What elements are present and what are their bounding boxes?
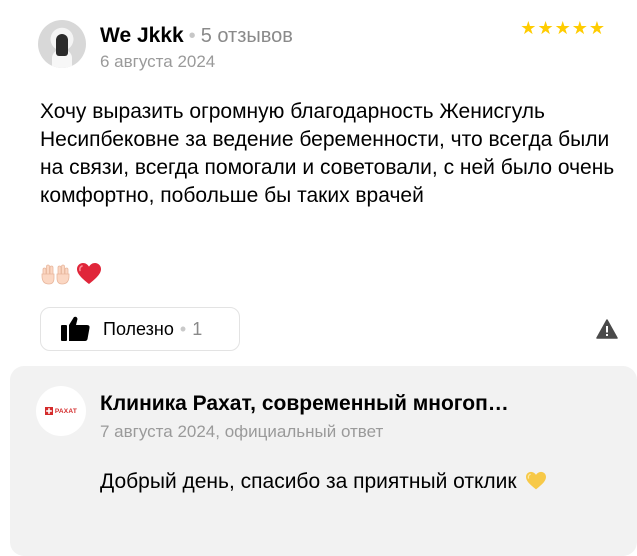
clinic-logo[interactable]: РАХАТ (36, 386, 86, 436)
useful-count: 1 (192, 318, 203, 339)
review-date: 6 августа 2024 (100, 52, 216, 71)
star-icon: ★ (537, 18, 554, 38)
separator-dot: • (188, 25, 196, 47)
star-icon: ★ (520, 18, 537, 38)
author-avatar[interactable] (38, 20, 86, 68)
star-icon: ★ (571, 18, 588, 38)
review-text: Хочу выразить огромную благодарность Жен… (40, 100, 615, 207)
useful-label: Полезно (103, 318, 174, 339)
author-info: We Jkkk • 5 отзывов (100, 24, 293, 48)
review-emojis (40, 262, 102, 286)
rating-stars: ★ ★ ★ ★ ★ (520, 18, 605, 38)
warning-icon (596, 319, 618, 339)
star-icon: ★ (554, 18, 571, 38)
red-heart-emoji-icon (77, 263, 101, 284)
reply-text: Добрый день, спасибо за приятный отклик (100, 468, 570, 496)
clinic-logo-text: РАХАТ (54, 407, 78, 415)
reply-text-content: Добрый день, спасибо за приятный отклик (100, 470, 517, 493)
report-button[interactable] (596, 319, 618, 344)
official-reply: РАХАТ Клиника Рахат, современный многоп…… (10, 366, 637, 556)
reply-date: 7 августа 2024, официальный ответ (100, 422, 384, 441)
clinic-name[interactable]: Клиника Рахат, современный многоп… (100, 392, 509, 416)
yellow-heart-emoji-icon (526, 471, 547, 490)
author-reviews-count[interactable]: 5 отзывов (201, 25, 293, 48)
clinic-cross-icon (44, 407, 53, 415)
raised-hands-emoji-icon (41, 264, 70, 285)
author-name[interactable]: We Jkkk (100, 24, 184, 48)
thumbs-up-icon (61, 316, 90, 341)
separator-dot: • (179, 318, 187, 339)
useful-button[interactable]: Полезно • 1 (40, 307, 240, 351)
star-icon: ★ (588, 18, 605, 38)
